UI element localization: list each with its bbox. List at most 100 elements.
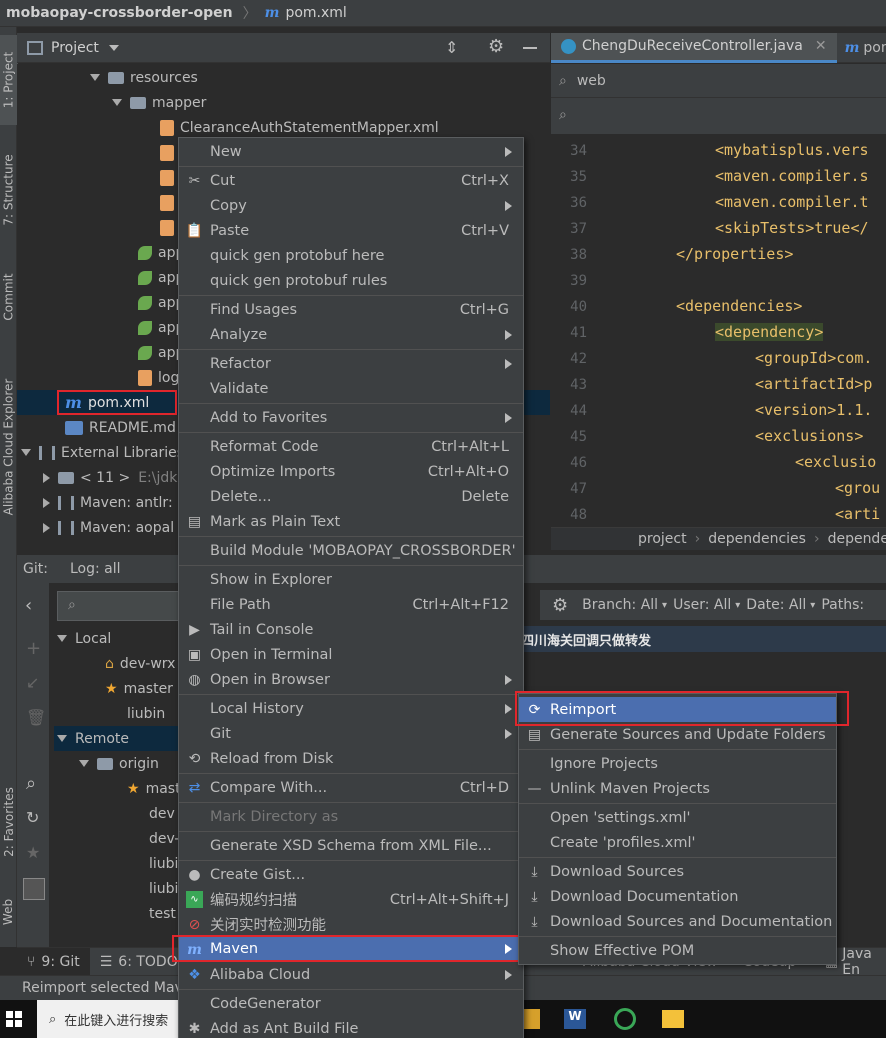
tree-item-resources[interactable]: resources xyxy=(90,65,198,90)
menu-item-mark-as-plain-text[interactable]: ▤ Mark as Plain Text xyxy=(179,509,523,534)
branch-item[interactable]: dev xyxy=(149,801,175,826)
menu-item-ignore-projects[interactable]: Ignore Projects xyxy=(519,751,836,776)
menu-item-download-sources[interactable]: ⤓ Download Sources xyxy=(519,859,836,884)
paths-filter[interactable]: Paths: xyxy=(821,597,864,613)
add-icon[interactable]: + xyxy=(26,638,41,659)
collapse-all-icon[interactable]: ⇕ xyxy=(445,38,458,57)
menu-item-open-in-terminal[interactable]: ▣ Open in Terminal xyxy=(179,642,523,667)
menu-item-local-history[interactable]: Local History xyxy=(179,696,523,721)
tab-favorites[interactable]: 2: Favorites xyxy=(0,772,18,872)
taskbar-search[interactable]: ⌕ 在此键入进行搜索 xyxy=(37,1000,187,1038)
chevron-down-icon[interactable] xyxy=(108,44,119,51)
menu-item-optimize-imports[interactable]: Optimize Imports Ctrl+Alt+O xyxy=(179,459,523,484)
menu-item-reload-from-disk[interactable]: ⟲ Reload from Disk xyxy=(179,746,523,771)
tab-alibaba-cloud-explorer[interactable]: Alibaba Cloud Explorer xyxy=(0,362,18,532)
branch-item[interactable]: ★ master xyxy=(105,676,173,701)
tab-log-all[interactable]: Log: all xyxy=(66,559,125,579)
search-field[interactable]: ⌕ web xyxy=(551,64,886,98)
menu-item-generate-xsd[interactable]: Generate XSD Schema from XML File... xyxy=(179,833,523,858)
commit-row[interactable]: 四川海关回调只做转发 xyxy=(517,626,886,652)
tree-item-xml[interactable] xyxy=(160,215,180,240)
branch-item[interactable]: ⌂ dev-wrx xyxy=(105,651,175,676)
gear-icon[interactable]: ⚙ xyxy=(552,595,568,616)
project-view-title[interactable]: Project xyxy=(51,40,99,56)
menu-item-open-in-browser[interactable]: ◍ Open in Browser xyxy=(179,667,523,692)
menu-item-code-generator[interactable]: CodeGenerator xyxy=(179,991,523,1016)
search-input[interactable]: web xyxy=(577,73,606,89)
tree-item-external-libraries[interactable]: External Libraries xyxy=(21,440,184,465)
layout-icon[interactable] xyxy=(23,878,45,900)
menu-item-show-in-explorer[interactable]: Show in Explorer xyxy=(179,567,523,592)
menu-item-unlink-maven-projects[interactable]: — Unlink Maven Projects xyxy=(519,776,836,801)
breadcrumb-item[interactable]: dependencies xyxy=(708,531,806,547)
menu-item-code-scan[interactable]: ∿ 编码规约扫描 Ctrl+Alt+Shift+J xyxy=(179,887,523,912)
menu-item-disable-realtime-check[interactable]: ⊘ 关闭实时检测功能 xyxy=(179,912,523,937)
menu-item-show-effective-pom[interactable]: Show Effective POM xyxy=(519,938,836,963)
menu-item-create-gist[interactable]: ● Create Gist... xyxy=(179,862,523,887)
chevron-left-icon[interactable]: ‹ xyxy=(25,595,32,616)
replace-field[interactable]: ⌕ xyxy=(551,98,886,132)
branch-filter[interactable]: Branch: All xyxy=(582,597,658,613)
star-icon[interactable]: ★ xyxy=(26,843,40,862)
refresh-icon[interactable]: ↻ xyxy=(26,808,39,827)
branch-group-local[interactable]: Local xyxy=(57,626,111,651)
tree-item-xml[interactable] xyxy=(160,140,180,165)
tree-item-maven-lib[interactable]: Maven: aopal xyxy=(43,515,174,540)
date-filter[interactable]: Date: All xyxy=(746,597,806,613)
branch-item[interactable]: test xyxy=(149,901,176,926)
code-editor[interactable]: 34 35 36 37 38 39 40 41 42 43 44 45 46 4… xyxy=(551,135,886,527)
file-explorer-icon[interactable] xyxy=(662,1010,684,1028)
branch-item[interactable]: liubi xyxy=(149,876,178,901)
menu-item-build-module[interactable]: Build Module 'MOBAOPAY_CROSSBORDER' xyxy=(179,538,523,563)
gear-icon[interactable]: ⚙ xyxy=(488,36,504,57)
menu-item-file-path[interactable]: File Path Ctrl+Alt+F12 xyxy=(179,592,523,617)
menu-item-alibaba-cloud[interactable]: ❖ Alibaba Cloud xyxy=(179,962,523,987)
menu-item-analyze[interactable]: Analyze xyxy=(179,322,523,347)
tree-item-mapper[interactable]: mapper xyxy=(112,90,206,115)
arrow-icon[interactable]: ↙ xyxy=(26,673,39,692)
file-name[interactable]: pom.xml xyxy=(285,5,346,21)
tab-git[interactable]: ⑂ 9: Git xyxy=(17,948,90,975)
menu-item-find-usages[interactable]: Find Usages Ctrl+G xyxy=(179,297,523,322)
tab-commit[interactable]: Commit xyxy=(0,257,18,337)
branch-item[interactable]: liubi xyxy=(149,851,178,876)
menu-item-download-sources-and-docs[interactable]: ⤓ Download Sources and Documentation xyxy=(519,909,836,934)
menu-item-delete[interactable]: Delete... Delete xyxy=(179,484,523,509)
tree-item-maven-lib[interactable]: Maven: antlr: xyxy=(43,490,173,515)
delete-icon[interactable]: 🗑 xyxy=(26,708,46,727)
search-icon[interactable]: ⌕ xyxy=(26,773,36,794)
tab-structure[interactable]: 7: Structure xyxy=(0,142,18,237)
tab-web[interactable]: Web xyxy=(0,887,18,937)
tab-pom[interactable]: m pom xyxy=(837,33,886,63)
branch-item[interactable]: ★ mast xyxy=(127,776,181,801)
menu-item-copy[interactable]: Copy xyxy=(179,193,523,218)
menu-item-git[interactable]: Git xyxy=(179,721,523,746)
tab-chengdu-controller[interactable]: ChengDuReceiveController.java ✕ xyxy=(551,32,837,63)
menu-item-add-as-ant-build-file[interactable]: ✱ Add as Ant Build File xyxy=(179,1016,523,1038)
menu-item-tail-in-console[interactable]: ▶ Tail in Console xyxy=(179,617,523,642)
minimize-icon[interactable] xyxy=(523,47,537,49)
tree-item-jdk[interactable]: < 11 > E:\jdk xyxy=(43,465,177,490)
branch-item[interactable]: liubin xyxy=(127,701,165,726)
menu-item-new[interactable]: New xyxy=(179,139,523,164)
breadcrumb-item[interactable]: project xyxy=(638,531,687,547)
word-icon[interactable]: W xyxy=(564,1009,586,1029)
branch-item[interactable]: dev- xyxy=(149,826,179,851)
menu-item-download-documentation[interactable]: ⤓ Download Documentation xyxy=(519,884,836,909)
tab-project[interactable]: 1: Project xyxy=(0,35,18,125)
menu-item-compare-with[interactable]: ⇄ Compare With... Ctrl+D xyxy=(179,775,523,800)
branch-item-origin[interactable]: origin xyxy=(79,751,159,776)
menu-item-paste[interactable]: 📋 Paste Ctrl+V xyxy=(179,218,523,243)
menu-item-create-profiles-xml[interactable]: Create 'profiles.xml' xyxy=(519,830,836,855)
menu-item-refactor[interactable]: Refactor xyxy=(179,351,523,376)
browser-icon[interactable] xyxy=(614,1008,636,1030)
project-name[interactable]: mobaopay-crossborder-open xyxy=(6,5,233,21)
menu-item-cut[interactable]: ✂ Cut Ctrl+X xyxy=(179,168,523,193)
windows-start-icon[interactable] xyxy=(6,1011,22,1027)
menu-item-reformat-code[interactable]: Reformat Code Ctrl+Alt+L xyxy=(179,434,523,459)
tree-item-readme[interactable]: README.md xyxy=(65,415,176,440)
menu-item-open-settings-xml[interactable]: Open 'settings.xml' xyxy=(519,805,836,830)
menu-item-validate[interactable]: Validate xyxy=(179,376,523,401)
git-branch-search[interactable]: ⌕ xyxy=(57,591,197,621)
menu-item-quick-gen-protobuf-rules[interactable]: quick gen protobuf rules xyxy=(179,268,523,293)
